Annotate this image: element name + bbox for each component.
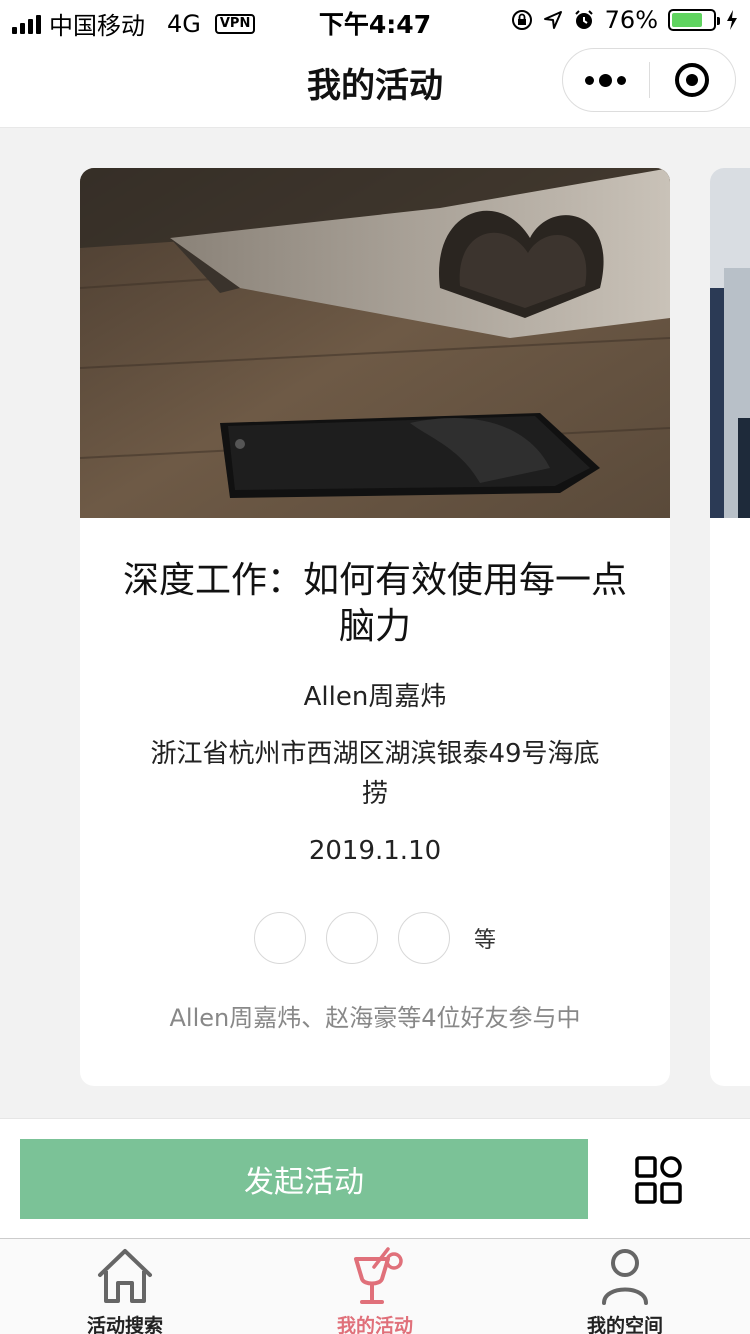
tab-label: 我的空间 xyxy=(586,1315,663,1334)
alarm-icon xyxy=(574,10,593,29)
status-bar: 中国移动 4G VPN 下午4:47 76% xyxy=(0,0,750,40)
rotation-lock-icon xyxy=(511,10,532,30)
launch-activity-button[interactable]: 发起活动 xyxy=(20,1139,588,1219)
tab-bar: 活动搜索 我的活动 我的空间 xyxy=(0,1238,750,1334)
more-menu-button[interactable] xyxy=(563,73,649,87)
next-activity-cover-image xyxy=(710,168,750,518)
tab-label: 我的活动 xyxy=(336,1315,413,1334)
tab-my-space[interactable]: 我的空间 xyxy=(525,1245,725,1334)
target-icon xyxy=(675,63,710,97)
battery-icon xyxy=(668,9,720,31)
friends-participating-text: Allen周嘉炜、赵海豪等4位好友参与中 xyxy=(169,1004,581,1032)
bottom-action-area: 发起活动 xyxy=(0,1118,750,1238)
next-activity-card[interactable] xyxy=(710,168,750,1086)
activity-card[interactable]: 深度工作：如何有效使用每一点脑力 Allen周嘉炜 浙江省杭州市西湖区湖滨银泰4… xyxy=(80,168,670,1086)
status-right: 76% xyxy=(511,6,738,34)
activity-date: 2019.1.10 xyxy=(308,836,442,866)
location-arrow-icon xyxy=(543,11,562,29)
avatar xyxy=(253,912,306,964)
activity-title: 深度工作：如何有效使用每一点脑力 xyxy=(122,560,627,647)
close-mini-program-button[interactable] xyxy=(650,63,736,97)
mini-program-capsule xyxy=(562,48,736,112)
nav-bar: 我的活动 xyxy=(0,40,750,128)
more-participants-label: 等 xyxy=(473,928,496,953)
house-icon xyxy=(98,1249,152,1303)
avatar xyxy=(325,912,378,964)
tab-label: 活动搜索 xyxy=(86,1315,163,1334)
tab-activity-search[interactable]: 活动搜索 xyxy=(25,1245,225,1334)
cocktail-icon xyxy=(354,1247,403,1304)
activity-address: 浙江省杭州市西湖区湖滨银泰49号海底捞 xyxy=(150,739,600,809)
person-icon xyxy=(602,1249,648,1305)
activity-author: Allen周嘉炜 xyxy=(303,682,447,712)
battery-percent: 76% xyxy=(604,6,658,34)
charging-icon xyxy=(727,10,737,30)
avatar xyxy=(397,912,450,964)
activity-cover-image xyxy=(80,168,670,518)
grid-menu-icon[interactable] xyxy=(634,1155,684,1205)
participant-avatars: 等 xyxy=(80,912,670,964)
tab-my-activities[interactable]: 我的活动 xyxy=(275,1245,475,1334)
more-dots-icon xyxy=(585,75,595,85)
